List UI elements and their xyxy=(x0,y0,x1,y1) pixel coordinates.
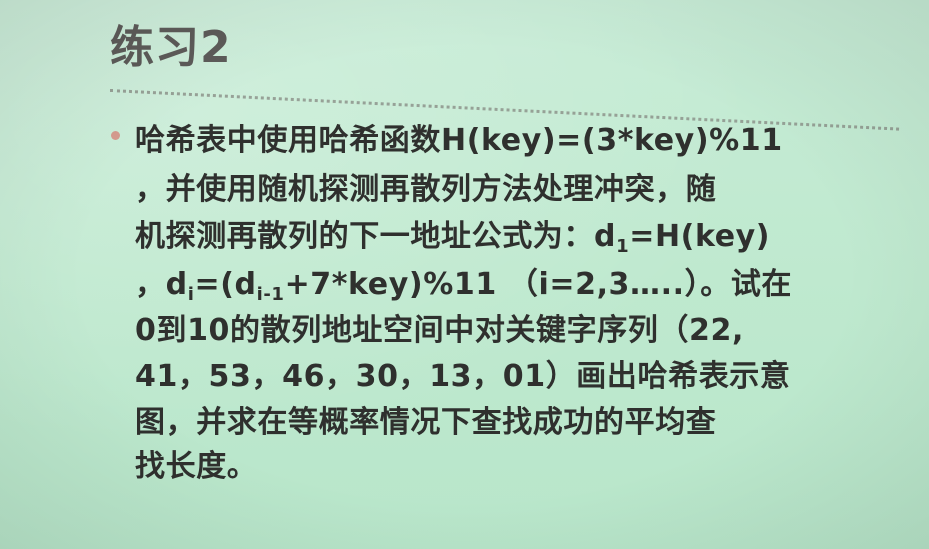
problem-line-5: 0到10的散列地址空间中对关键字序列（22, xyxy=(135,313,744,348)
formula-di-mid: =(d xyxy=(194,267,257,302)
problem-line-3-text: 机探测再散列的下一地址公式为： xyxy=(135,219,594,254)
formula-d1-subscript: 1 xyxy=(616,236,630,257)
problem-line-1: 哈希表中使用哈希函数H(key)=(3*key)%11 xyxy=(135,123,783,158)
slide: 练习2 哈希表中使用哈希函数H(key)=(3*key)%11 ，并使用随机探测… xyxy=(0,0,929,549)
bullet-point xyxy=(111,131,120,140)
slide-title: 练习2 xyxy=(110,22,232,73)
formula-di-base: d xyxy=(165,267,188,302)
problem-line-7: 图，并求在等概率情况下查找成功的平均查 xyxy=(135,405,717,440)
formula-di-rest: +7*key)%11 （i=2,3…..）。试在 xyxy=(284,267,793,302)
problem-line-2: ，并使用随机探测再散列方法处理冲突，随 xyxy=(135,172,717,207)
problem-line-4-comma: ， xyxy=(135,267,166,302)
formula-di-1-subscript: i-1 xyxy=(256,284,285,305)
formula-d1-rest: =H(key) xyxy=(629,219,771,254)
formula-d1-base: d xyxy=(594,219,617,254)
problem-line-8: 找长度。 xyxy=(135,449,258,484)
problem-line-6: 41，53，46，30，13，01）画出哈希表示意 xyxy=(135,359,791,394)
problem-line-4: ，di=(di-1+7*key)%11 （i=2,3…..）。试在 xyxy=(135,270,792,304)
problem-line-3: 机探测再散列的下一地址公式为：d1=H(key) xyxy=(135,222,770,256)
